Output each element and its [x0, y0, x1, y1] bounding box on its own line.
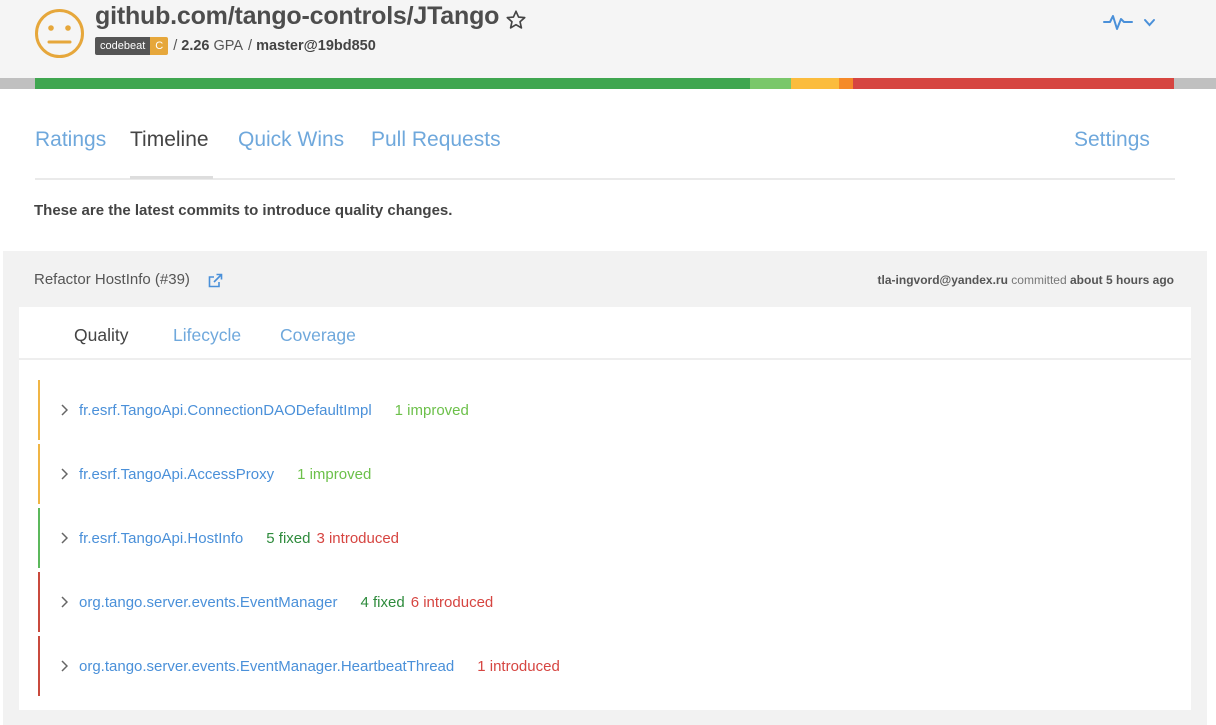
chevron-right-icon[interactable]: [60, 468, 68, 480]
class-name-link[interactable]: fr.esrf.TangoApi.AccessProxy: [79, 466, 274, 483]
active-tab-indicator: [130, 176, 213, 179]
tab-pull-requests[interactable]: Pull Requests: [371, 128, 501, 152]
chevron-right-icon[interactable]: [60, 596, 68, 608]
fixed-count: 5 fixed: [266, 529, 311, 547]
list-item[interactable]: org.tango.server.events.EventManager 4 f…: [38, 572, 1168, 632]
list-item[interactable]: fr.esrf.TangoApi.HostInfo 5 fixed 3 intr…: [38, 508, 1168, 568]
badge-grade: C: [150, 36, 169, 55]
introduced-count: 6 introduced: [410, 593, 494, 611]
codebeat-badge: codebeat C: [95, 36, 169, 55]
grade-segment: [791, 78, 839, 89]
external-link-icon[interactable]: [207, 273, 223, 289]
chevron-right-icon[interactable]: [60, 660, 68, 672]
main-nav: Ratings Timeline Quick Wins Pull Request…: [35, 124, 1175, 180]
fixed-count: 4 fixed: [360, 593, 405, 611]
introduced-count: 1 introduced: [477, 657, 560, 675]
commit-details-card: Quality Lifecycle Coverage fr.esrf.Tango…: [19, 307, 1191, 710]
grade-distribution-bar: [0, 78, 1216, 89]
tab-timeline[interactable]: Timeline: [130, 128, 209, 152]
tab-quick-wins[interactable]: Quick Wins: [238, 128, 344, 152]
class-name-link[interactable]: fr.esrf.TangoApi.HostInfo: [79, 530, 243, 547]
subtab-quality[interactable]: Quality: [74, 325, 128, 346]
separator: /: [248, 37, 253, 54]
class-name-link[interactable]: fr.esrf.TangoApi.ConnectionDAODefaultImp…: [79, 402, 372, 419]
commit-title: Refactor HostInfo (#39): [34, 271, 190, 288]
badge-name: codebeat: [95, 36, 151, 55]
grade-segment: [853, 78, 1174, 89]
improved-count: 1 improved: [297, 465, 372, 483]
subtab-coverage[interactable]: Coverage: [280, 325, 356, 346]
intro-text: These are the latest commits to introduc…: [34, 202, 453, 219]
class-name-link[interactable]: org.tango.server.events.EventManager: [79, 594, 338, 611]
commit-panel: Refactor HostInfo (#39) tla-ingvord@yand…: [3, 251, 1207, 725]
repo-title[interactable]: github.com/tango-controls/JTango: [95, 2, 499, 31]
commit-meta: tla-ingvord@yandex.ru committed about 5 …: [878, 273, 1174, 287]
improved-count: 1 improved: [394, 401, 469, 419]
chevron-right-icon[interactable]: [60, 404, 68, 416]
gpa-label: GPA: [213, 37, 244, 54]
subtab-divider: [19, 358, 1191, 360]
commit-action: committed: [1011, 273, 1067, 287]
introduced-count: 3 introduced: [316, 529, 400, 547]
tab-ratings[interactable]: Ratings: [35, 128, 106, 152]
repo-meta: codebeat C / 2.26 GPA / master@19bd850: [95, 36, 376, 55]
repo-header: github.com/tango-controls/JTango codebea…: [0, 0, 1216, 78]
list-item[interactable]: org.tango.server.events.EventManager.Hea…: [38, 636, 1168, 696]
class-name-link[interactable]: org.tango.server.events.EventManager.Hea…: [79, 658, 454, 675]
subtab-lifecycle[interactable]: Lifecycle: [173, 325, 241, 346]
commit-author: tla-ingvord@yandex.ru: [877, 273, 1008, 287]
chevron-down-icon[interactable]: [1143, 18, 1156, 28]
list-item[interactable]: fr.esrf.TangoApi.ConnectionDAODefaultImp…: [38, 380, 1168, 440]
branch-label[interactable]: master@19bd850: [256, 38, 376, 54]
grade-segment: [35, 78, 750, 89]
gpa-value: 2.26: [181, 37, 210, 54]
chevron-right-icon[interactable]: [60, 532, 68, 544]
separator: /: [173, 37, 178, 54]
grade-segment: [839, 78, 853, 89]
grade-segment: [750, 78, 791, 89]
star-icon[interactable]: [505, 9, 527, 31]
tab-settings[interactable]: Settings: [1074, 128, 1150, 152]
list-item[interactable]: fr.esrf.TangoApi.AccessProxy 1 improved: [38, 444, 1168, 504]
commit-time: about 5 hours ago: [1069, 273, 1174, 287]
activity-icon[interactable]: [1103, 12, 1133, 32]
neutral-face-icon: [35, 9, 84, 58]
